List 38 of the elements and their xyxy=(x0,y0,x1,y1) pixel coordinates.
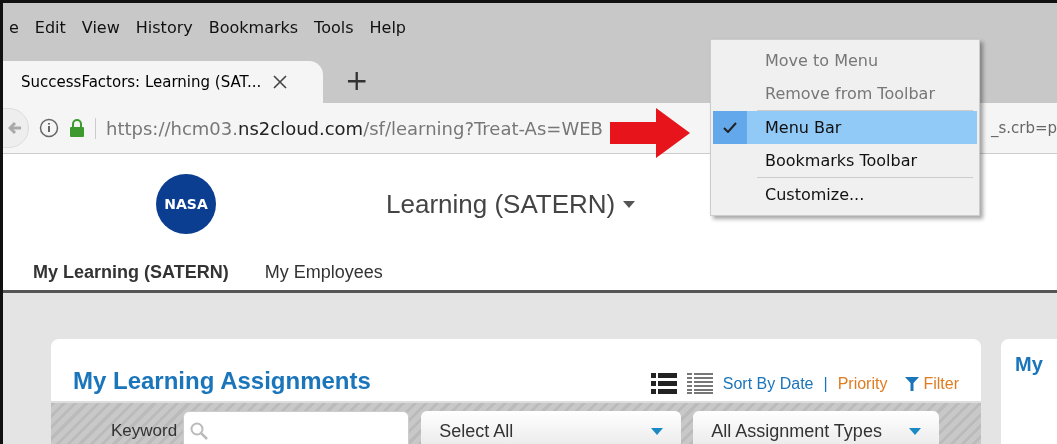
dropdown[interactable]: Select All xyxy=(421,411,682,444)
filter-icon xyxy=(905,377,920,391)
menu-item[interactable]: Bookmarks xyxy=(208,17,299,37)
list-view-icon[interactable] xyxy=(650,373,677,395)
url-text: _s.crb=p xyxy=(990,119,1057,137)
app-title-dropdown[interactable]: Learning (SATERN) xyxy=(386,188,636,220)
search-icon xyxy=(190,422,209,440)
info-icon[interactable] xyxy=(39,118,59,138)
tab-title: SuccessFactors: Learning (SAT... xyxy=(21,73,262,91)
new-tab-button[interactable]: + xyxy=(345,64,369,97)
dropdown[interactable]: All Assignment Types xyxy=(693,411,940,444)
context-menu-item[interactable]: Customize... xyxy=(713,178,977,211)
menu-item[interactable]: Help xyxy=(369,17,406,37)
logo: NASA xyxy=(156,174,216,234)
menu-item[interactable]: Edit xyxy=(34,17,66,37)
compact-list-icon[interactable] xyxy=(686,373,713,395)
menu-item[interactable]: View xyxy=(81,17,120,37)
card-title: My Learning Assignments xyxy=(73,367,372,395)
back-arrow-icon xyxy=(8,121,22,135)
pointer-arrow-icon xyxy=(610,108,690,158)
caret-icon xyxy=(909,427,922,435)
caret-icon xyxy=(623,200,636,208)
caret-icon xyxy=(651,427,664,435)
keyword-field[interactable] xyxy=(183,411,410,444)
sort-link[interactable]: Sort By Date xyxy=(722,375,814,393)
separator-text: | xyxy=(823,375,828,393)
context-menu-item[interactable]: Bookmarks Toolbar xyxy=(713,144,977,177)
menu-item[interactable]: e xyxy=(9,17,19,37)
keyword-label: Keyword xyxy=(111,421,178,441)
nav-tab[interactable]: My Employees xyxy=(264,261,383,283)
lock-icon[interactable] xyxy=(69,119,85,137)
menu-item[interactable]: Tools xyxy=(314,17,354,37)
close-icon[interactable] xyxy=(273,75,288,89)
nav-tab[interactable]: My Learning (SATERN) xyxy=(33,261,229,283)
browser-tab[interactable]: SuccessFactors: Learning (SAT... xyxy=(3,61,323,103)
card-title: My xyxy=(1015,353,1043,375)
context-menu-item[interactable]: Menu Bar xyxy=(713,111,977,144)
menu-item[interactable]: History xyxy=(135,17,193,37)
